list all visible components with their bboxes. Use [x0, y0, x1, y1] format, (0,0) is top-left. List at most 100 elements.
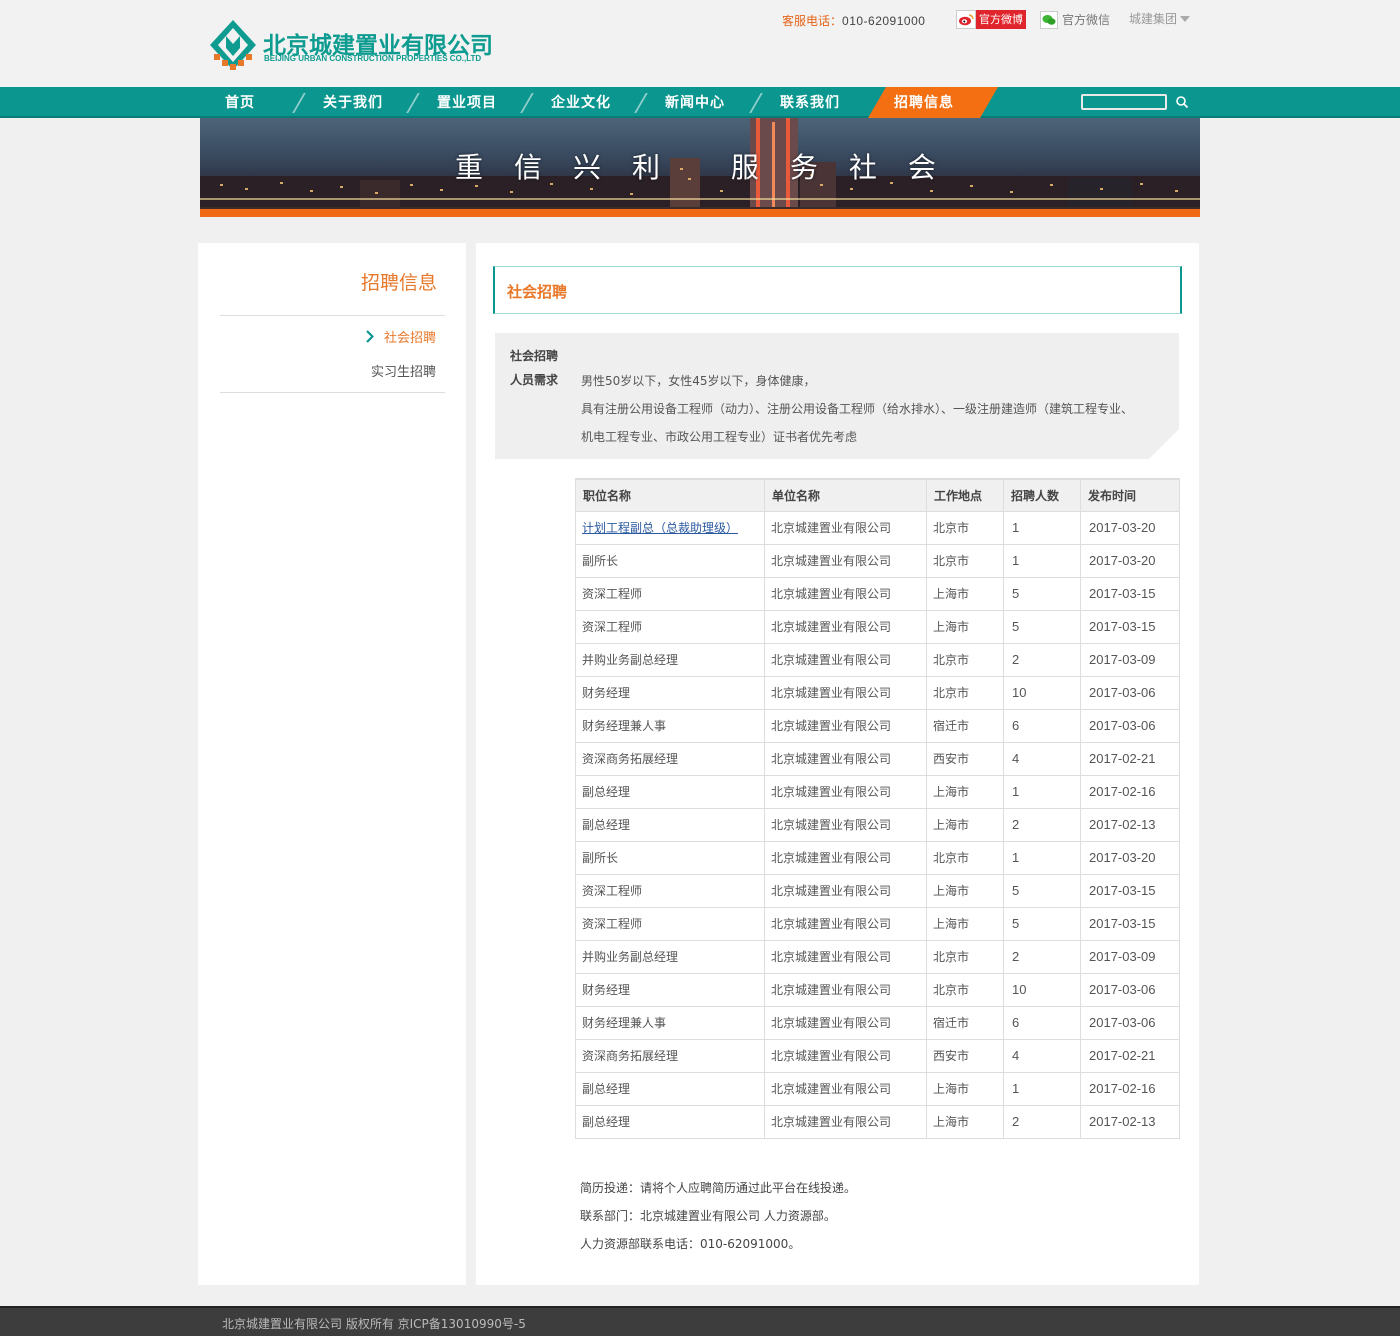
company-cell: 北京城建置业有限公司: [764, 972, 927, 1007]
headcount-cell: 4: [1003, 1038, 1081, 1073]
date-cell: 2017-03-20: [1080, 543, 1180, 578]
column-header-date: 发布时间: [1080, 478, 1180, 512]
company-cell: 北京城建置业有限公司: [764, 906, 927, 941]
table-row: 资深商务拓展经理 北京城建置业有限公司 西安市 4 2017-02-21: [575, 741, 1180, 776]
job-title-cell: 财务经理: [575, 675, 765, 710]
headcount-cell: 1: [1003, 543, 1081, 578]
company-cell: 北京城建置业有限公司: [764, 873, 927, 908]
job-title-cell: 副总经理: [575, 774, 765, 809]
headcount-cell: 2: [1003, 1104, 1081, 1139]
date-cell: 2017-03-06: [1080, 675, 1180, 710]
jobs-table-header-row: 职位名称 单位名称 工作地点 招聘人数 发布时间: [575, 478, 1180, 512]
date-cell: 2017-02-13: [1080, 807, 1180, 842]
nav-item-recruitment[interactable]: 招聘信息: [894, 87, 954, 118]
company-cell: 北京城建置业有限公司: [764, 675, 927, 710]
search-input[interactable]: [1081, 94, 1167, 110]
location-cell: 北京市: [926, 972, 1004, 1007]
group-label: 城建集团: [1129, 12, 1178, 26]
job-title-cell: 资深商务拓展经理: [575, 741, 765, 776]
location-cell: 西安市: [926, 1038, 1004, 1073]
job-title-cell: 财务经理兼人事: [575, 708, 765, 743]
site-header: 北京城建置业有限公司 BEIJING URBAN CONSTRUCTION PR…: [0, 0, 1400, 87]
logo-company-name-en: BEIJING URBAN CONSTRUCTION PROPERTIES CO…: [264, 54, 482, 63]
company-cell: 北京城建置业有限公司: [764, 807, 927, 842]
headcount-cell: 5: [1003, 873, 1081, 908]
group-dropdown[interactable]: 城建集团: [1129, 10, 1191, 27]
nav-item-culture[interactable]: 企业文化: [551, 87, 611, 118]
location-cell: 上海市: [926, 807, 1004, 842]
job-title-cell: 计划工程副总（总裁助理级）: [575, 510, 765, 545]
location-cell: 宿迁市: [926, 708, 1004, 743]
company-cell: 北京城建置业有限公司: [764, 1005, 927, 1040]
requirements-box: 社会招聘 人员需求 男性50岁以下，女性45岁以下，身体健康， 具有注册公用设备…: [495, 333, 1179, 459]
wechat-link[interactable]: 官方微信: [1040, 10, 1110, 29]
location-cell: 北京市: [926, 840, 1004, 875]
sidebar-item-label: 社会招聘: [383, 331, 436, 346]
hero-banner: 重信兴利 服务社会: [200, 118, 1200, 217]
table-row: 计划工程副总（总裁助理级） 北京城建置业有限公司 北京市 1 2017-03-20: [575, 510, 1180, 545]
weibo-link[interactable]: 官方微博: [956, 10, 1026, 29]
location-cell: 上海市: [926, 576, 1004, 611]
company-logo[interactable]: 北京城建置业有限公司 BEIJING URBAN CONSTRUCTION PR…: [208, 18, 518, 74]
nav-separator: [749, 93, 763, 113]
headcount-cell: 4: [1003, 741, 1081, 776]
sidebar-item-social-recruitment[interactable]: 社会招聘: [366, 327, 436, 346]
search-icon[interactable]: [1175, 95, 1189, 109]
table-row: 资深工程师 北京城建置业有限公司 上海市 5 2017-03-15: [575, 873, 1180, 908]
banner-accent-strip: [200, 207, 1200, 217]
date-cell: 2017-03-06: [1080, 708, 1180, 743]
hotline-number: 010-62091000: [842, 14, 926, 28]
nav-item-projects[interactable]: 置业项目: [437, 87, 497, 118]
contact-line: 联系部门：北京城建置业有限公司 人力资源部。: [580, 1209, 836, 1223]
column-header-position: 职位名称: [575, 478, 765, 512]
date-cell: 2017-03-15: [1080, 906, 1180, 941]
date-cell: 2017-02-16: [1080, 1071, 1180, 1106]
table-row: 财务经理兼人事 北京城建置业有限公司 宿迁市 6 2017-03-06: [575, 708, 1180, 743]
table-row: 副所长 北京城建置业有限公司 北京市 1 2017-03-20: [575, 543, 1180, 578]
location-cell: 北京市: [926, 642, 1004, 677]
company-cell: 北京城建置业有限公司: [764, 609, 927, 644]
company-cell: 北京城建置业有限公司: [764, 708, 927, 743]
nav-item-news[interactable]: 新闻中心: [665, 87, 725, 118]
table-row: 副总经理 北京城建置业有限公司 上海市 2 2017-02-13: [575, 807, 1180, 842]
company-cell: 北京城建置业有限公司: [764, 510, 927, 545]
location-cell: 上海市: [926, 1104, 1004, 1139]
nav-item-about[interactable]: 关于我们: [323, 87, 383, 118]
sidebar-item-intern-recruitment[interactable]: 实习生招聘: [371, 361, 436, 380]
job-title-link[interactable]: 计划工程副总（总裁助理级）: [582, 521, 738, 535]
jobs-table-body: 计划工程副总（总裁助理级） 北京城建置业有限公司 北京市 1 2017-03-20 副所长…: [575, 510, 1180, 1139]
headcount-cell: 10: [1003, 675, 1081, 710]
table-row: 并购业务副总经理 北京城建置业有限公司 北京市 2 2017-03-09: [575, 642, 1180, 677]
requirements-label: 人员需求: [510, 373, 559, 387]
location-cell: 上海市: [926, 906, 1004, 941]
company-cell: 北京城建置业有限公司: [764, 1104, 927, 1139]
headcount-cell: 1: [1003, 1071, 1081, 1106]
main-content: 社会招聘 社会招聘 人员需求 男性50岁以下，女性45岁以下，身体健康， 具有注…: [476, 243, 1199, 1285]
headcount-cell: 5: [1003, 906, 1081, 941]
sidebar-divider: [220, 392, 445, 393]
job-title-cell: 资深工程师: [575, 576, 765, 611]
company-cell: 北京城建置业有限公司: [764, 840, 927, 875]
job-title-cell: 财务经理: [575, 972, 765, 1007]
job-title-cell: 并购业务副总经理: [575, 642, 765, 677]
main-nav: 首页 关于我们 置业项目 企业文化 新闻中心 联系我们 招聘信息: [0, 87, 1400, 118]
headcount-cell: 2: [1003, 642, 1081, 677]
weibo-label: 官方微博: [976, 10, 1026, 29]
table-row: 副总经理 北京城建置业有限公司 上海市 1 2017-02-16: [575, 1071, 1180, 1106]
sidebar-title: 招聘信息: [360, 272, 437, 294]
table-row: 财务经理 北京城建置业有限公司 北京市 10 2017-03-06: [575, 972, 1180, 1007]
table-row: 资深工程师 北京城建置业有限公司 上海市 5 2017-03-15: [575, 609, 1180, 644]
headcount-cell: 10: [1003, 972, 1081, 1007]
nav-item-home[interactable]: 首页: [225, 87, 255, 118]
table-row: 资深工程师 北京城建置业有限公司 上海市 5 2017-03-15: [575, 576, 1180, 611]
job-title-cell: 资深工程师: [575, 609, 765, 644]
headcount-cell: 2: [1003, 807, 1081, 842]
section-header: 社会招聘: [493, 266, 1182, 314]
wechat-label: 官方微信: [1062, 13, 1111, 27]
date-cell: 2017-03-09: [1080, 939, 1180, 974]
nav-separator: [406, 93, 420, 113]
table-row: 副所长 北京城建置业有限公司 北京市 1 2017-03-20: [575, 840, 1180, 875]
nav-item-contact[interactable]: 联系我们: [780, 87, 840, 118]
location-cell: 上海市: [926, 1071, 1004, 1106]
banner-slogan: 重信兴利 服务社会: [455, 151, 967, 184]
